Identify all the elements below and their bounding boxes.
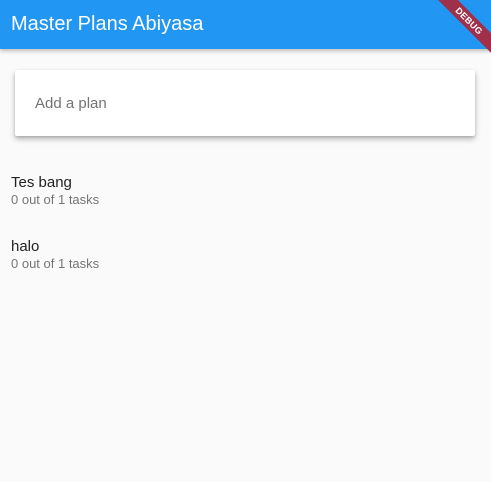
plan-progress: 0 out of 1 tasks	[11, 192, 100, 207]
add-plan-card	[15, 70, 475, 136]
add-plan-input[interactable]	[35, 70, 455, 136]
app-screen: Master Plans Abiyasa DEBUG Tes bang 0 ou…	[0, 0, 491, 482]
plan-progress: 0 out of 1 tasks	[11, 256, 100, 271]
list-item[interactable]: halo 0 out of 1 tasks	[0, 231, 491, 295]
plan-title: Tes bang	[11, 174, 72, 191]
plan-list: Tes bang 0 out of 1 tasks halo 0 out of …	[0, 167, 491, 295]
debug-banner-label: DEBUG	[432, 0, 491, 58]
app-bar: Master Plans Abiyasa	[0, 0, 491, 49]
list-item[interactable]: Tes bang 0 out of 1 tasks	[0, 167, 491, 231]
debug-banner: DEBUG	[431, 0, 491, 60]
page-title: Master Plans Abiyasa	[11, 13, 204, 35]
plan-title: halo	[11, 238, 40, 255]
